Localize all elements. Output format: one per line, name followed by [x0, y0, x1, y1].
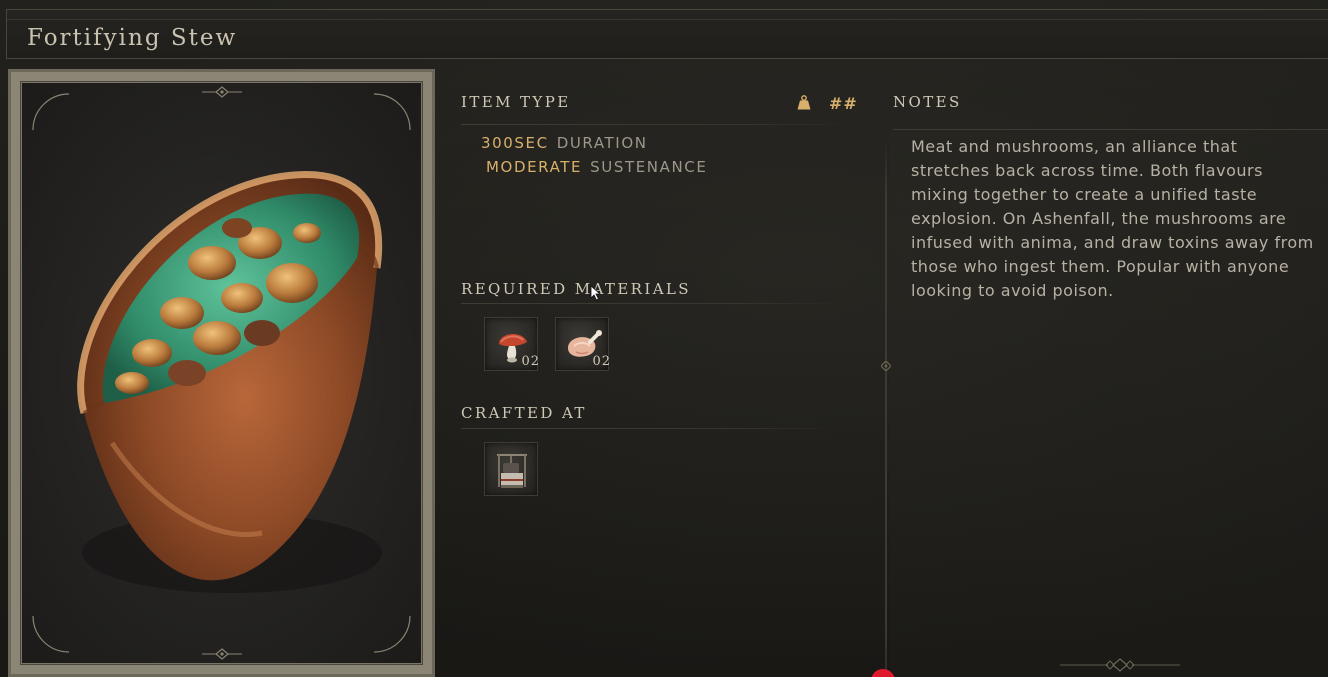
frame-corner-bottom-left [32, 615, 70, 653]
frame-ornament-top [201, 86, 242, 98]
frame-corner-top-right [373, 93, 411, 131]
stat-duration: 300SEC DURATION [481, 136, 648, 151]
mouse-cursor-icon [590, 285, 602, 301]
stat-duration-value: 300SEC [481, 134, 549, 152]
cooking-station-icon [497, 454, 527, 488]
frame-ornament-bottom [201, 648, 242, 660]
notes-rule [893, 129, 1328, 130]
weight-icon [797, 95, 811, 110]
material-quantity: 02 [521, 354, 540, 369]
required-materials-rule [461, 303, 846, 304]
crafted-at-heading: CRAFTED AT [461, 404, 587, 422]
column-divider [885, 140, 887, 677]
weight-value: ## [829, 94, 858, 113]
frame-corner-bottom-right [373, 615, 411, 653]
crafted-at-rule [461, 428, 841, 429]
item-type-rule [461, 124, 856, 125]
stat-duration-label: DURATION [556, 134, 648, 152]
item-type-heading: ITEM TYPE [461, 93, 571, 111]
material-quantity: 02 [592, 354, 611, 369]
title-bar: Fortifying Stew [6, 9, 1328, 59]
notes-ornament-bottom [1060, 658, 1180, 672]
frame-corner-top-left [32, 93, 70, 131]
required-materials-heading: REQUIRED MATERIALS [461, 280, 691, 298]
crafting-station-slot[interactable] [484, 442, 538, 496]
stat-sustenance: MODERATE SUSTENANCE [486, 160, 707, 175]
stat-sustenance-label: SUSTENANCE [590, 158, 708, 176]
notes-body: Meat and mushrooms, an alliance that str… [911, 137, 1314, 300]
item-title: Fortifying Stew [27, 25, 238, 51]
notes-heading: NOTES [893, 93, 962, 111]
stat-sustenance-value: MODERATE [486, 158, 583, 176]
item-detail-screen: Fortifying Stew ITEM TYPE ## 300SEC DURA… [0, 0, 1328, 677]
material-slot-meat[interactable]: 02 [555, 317, 611, 371]
item-artwork-card [8, 69, 435, 677]
title-bar-rule [7, 19, 1328, 20]
artwork-frame [21, 82, 422, 664]
material-slot-mushroom[interactable]: 02 [484, 317, 540, 371]
